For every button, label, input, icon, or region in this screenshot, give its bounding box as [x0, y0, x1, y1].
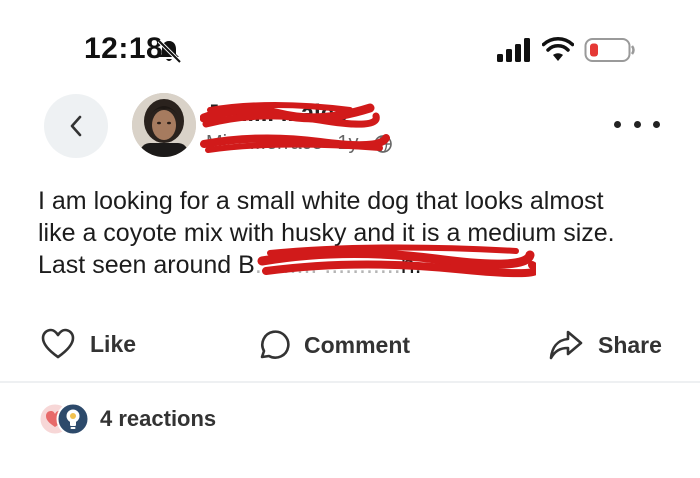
cellular-signal-icon: [497, 38, 530, 62]
post-text-fragment: n.: [400, 251, 422, 279]
avatar[interactable]: [132, 93, 196, 157]
like-button[interactable]: Like: [40, 328, 136, 360]
avatar-photo: [132, 93, 196, 157]
more-dot: [633, 120, 641, 128]
status-bar: 12:18: [0, 0, 700, 90]
comment-button[interactable]: Comment: [256, 328, 410, 362]
bell-muted-icon: [157, 39, 182, 64]
post-text-fragment: Last seen around B: [38, 251, 255, 279]
comment-label: Comment: [304, 331, 411, 358]
reactions-summary[interactable]: 4 reactions: [38, 402, 216, 436]
post-header: Jani... ...ales Mi... ...errace · 1y ·: [0, 90, 700, 170]
more-options-button[interactable]: [614, 112, 660, 136]
share-button[interactable]: Share: [548, 328, 662, 362]
comment-bubble-icon: [260, 330, 290, 359]
post-text-line: like a coyote mix with husky and it is a…: [38, 219, 615, 247]
battery-low-icon: [584, 38, 635, 62]
chevron-left-icon: [70, 115, 82, 137]
post-body: I am looking for a small white dog that …: [38, 185, 678, 281]
reaction-count: 4 reactions: [100, 406, 217, 431]
divider: [0, 381, 700, 383]
more-dot: [653, 120, 660, 128]
share-label: Share: [598, 331, 662, 358]
post-meta: Mi... ...errace · 1y ·: [206, 132, 393, 155]
author-location: Mi... ...errace: [206, 132, 323, 154]
meta-separator: ·: [362, 132, 370, 154]
share-arrow-icon: [549, 330, 583, 360]
lightbulb-reaction-icon: [56, 402, 90, 436]
like-label: Like: [90, 330, 137, 357]
post-actions: Like Comment Share: [0, 316, 700, 376]
reaction-icons: [38, 402, 90, 436]
post-age: 1y: [337, 132, 359, 154]
redacted-text: ......... ...........: [254, 251, 401, 279]
more-dot: [614, 120, 621, 128]
meta-separator: ·: [326, 132, 334, 154]
wifi-icon: [542, 37, 574, 61]
back-button[interactable]: [44, 94, 108, 158]
post-text-line: Last seen around B......... ...........n…: [38, 244, 678, 281]
globe-icon: [374, 134, 392, 153]
heart-outline-icon: [41, 328, 75, 359]
author-name[interactable]: Jani... ...ales: [206, 100, 347, 128]
clock-time: 12:18: [84, 32, 164, 65]
post-text-line: I am looking for a small white dog that …: [38, 187, 604, 215]
